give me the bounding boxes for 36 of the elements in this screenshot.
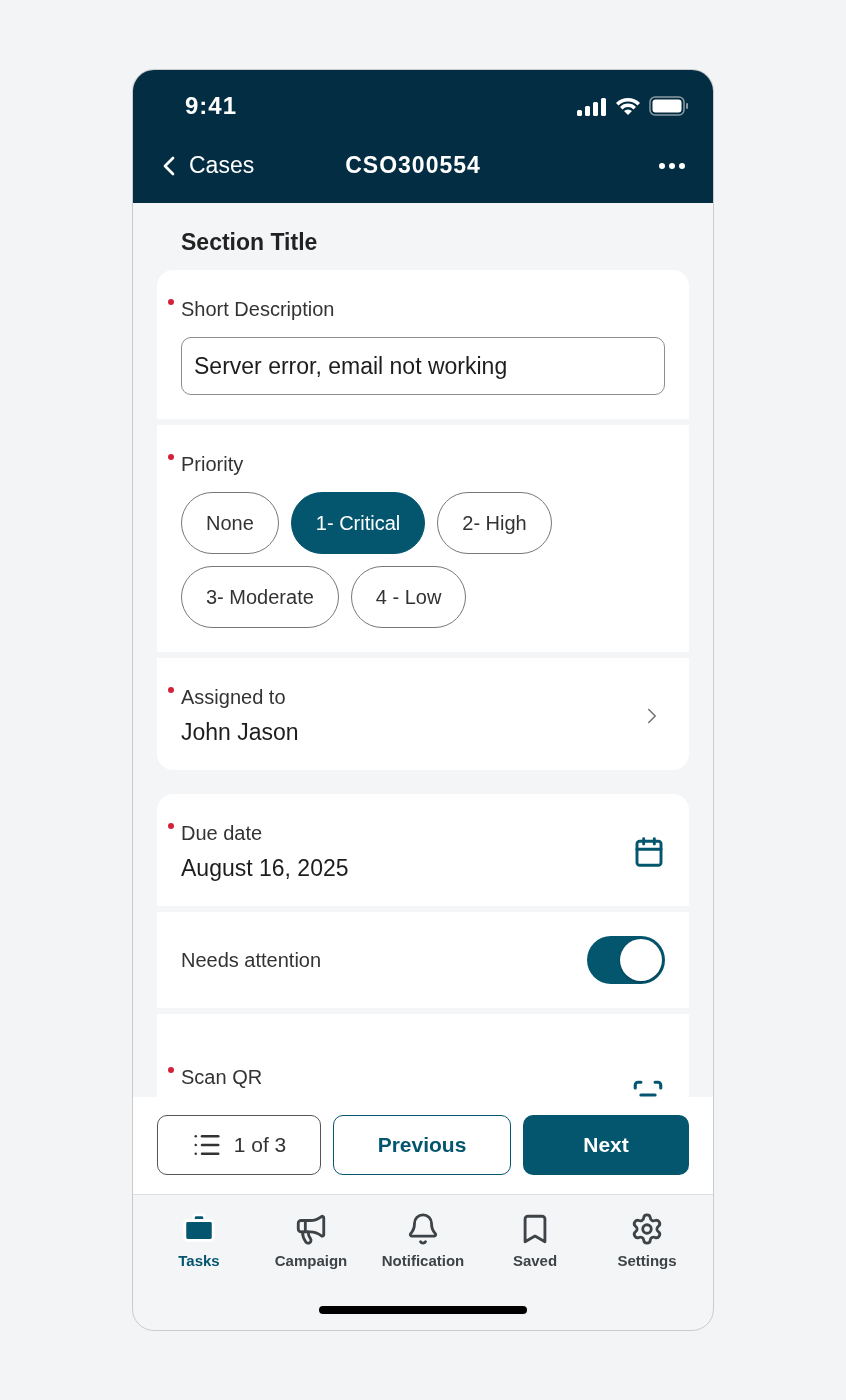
tab-bar-item[interactable]: Tasks (143, 1211, 255, 1270)
toggle-switch[interactable] (587, 936, 665, 984)
wifi-icon (615, 96, 641, 116)
field-label: Short Description (181, 298, 335, 321)
tab-bar-item[interactable]: Saved (479, 1211, 591, 1270)
priority-chip[interactable]: 2- High (437, 492, 552, 554)
priority-chip[interactable]: 4 - Low (350, 566, 467, 628)
more-button[interactable] (659, 162, 685, 169)
section-title: Section Title (181, 229, 319, 256)
signal-icon (577, 96, 607, 116)
tab-bar-item[interactable]: Notification (367, 1211, 479, 1270)
field-label: Assigned to (181, 686, 286, 709)
back-button[interactable]: Cases (153, 149, 255, 182)
text-field[interactable]: Server error, email not working (181, 337, 665, 395)
priority-chip[interactable]: 3- Moderate (181, 566, 339, 628)
megaphone-icon (294, 1212, 328, 1246)
field-value: John Jason (181, 719, 300, 746)
calendar-icon[interactable] (633, 836, 665, 868)
more-icon (659, 162, 685, 169)
gear-icon (630, 1212, 664, 1246)
field-value: August 16, 2025 (181, 855, 350, 882)
status-time: 9:41 (185, 92, 238, 120)
battery-icon (649, 96, 689, 116)
field-label: Scan QR (181, 1065, 263, 1089)
next-button[interactable]: Next (523, 1115, 689, 1175)
tab-bar-item[interactable]: Settings (591, 1211, 703, 1270)
priority-chip[interactable]: 1- Critical (290, 492, 426, 554)
field-label: Needs attention (181, 948, 322, 972)
nav-title: CSO300554 (344, 152, 482, 179)
field-label: Priority (181, 453, 244, 476)
tab-bar-item[interactable]: Campaign (255, 1211, 367, 1270)
field-label: Due date (181, 822, 263, 845)
previous-button[interactable]: Previous (333, 1115, 511, 1175)
priority-chip[interactable]: None (181, 492, 279, 554)
page-count-button[interactable]: 1 of 3 (157, 1115, 321, 1175)
bell-icon (406, 1212, 440, 1246)
